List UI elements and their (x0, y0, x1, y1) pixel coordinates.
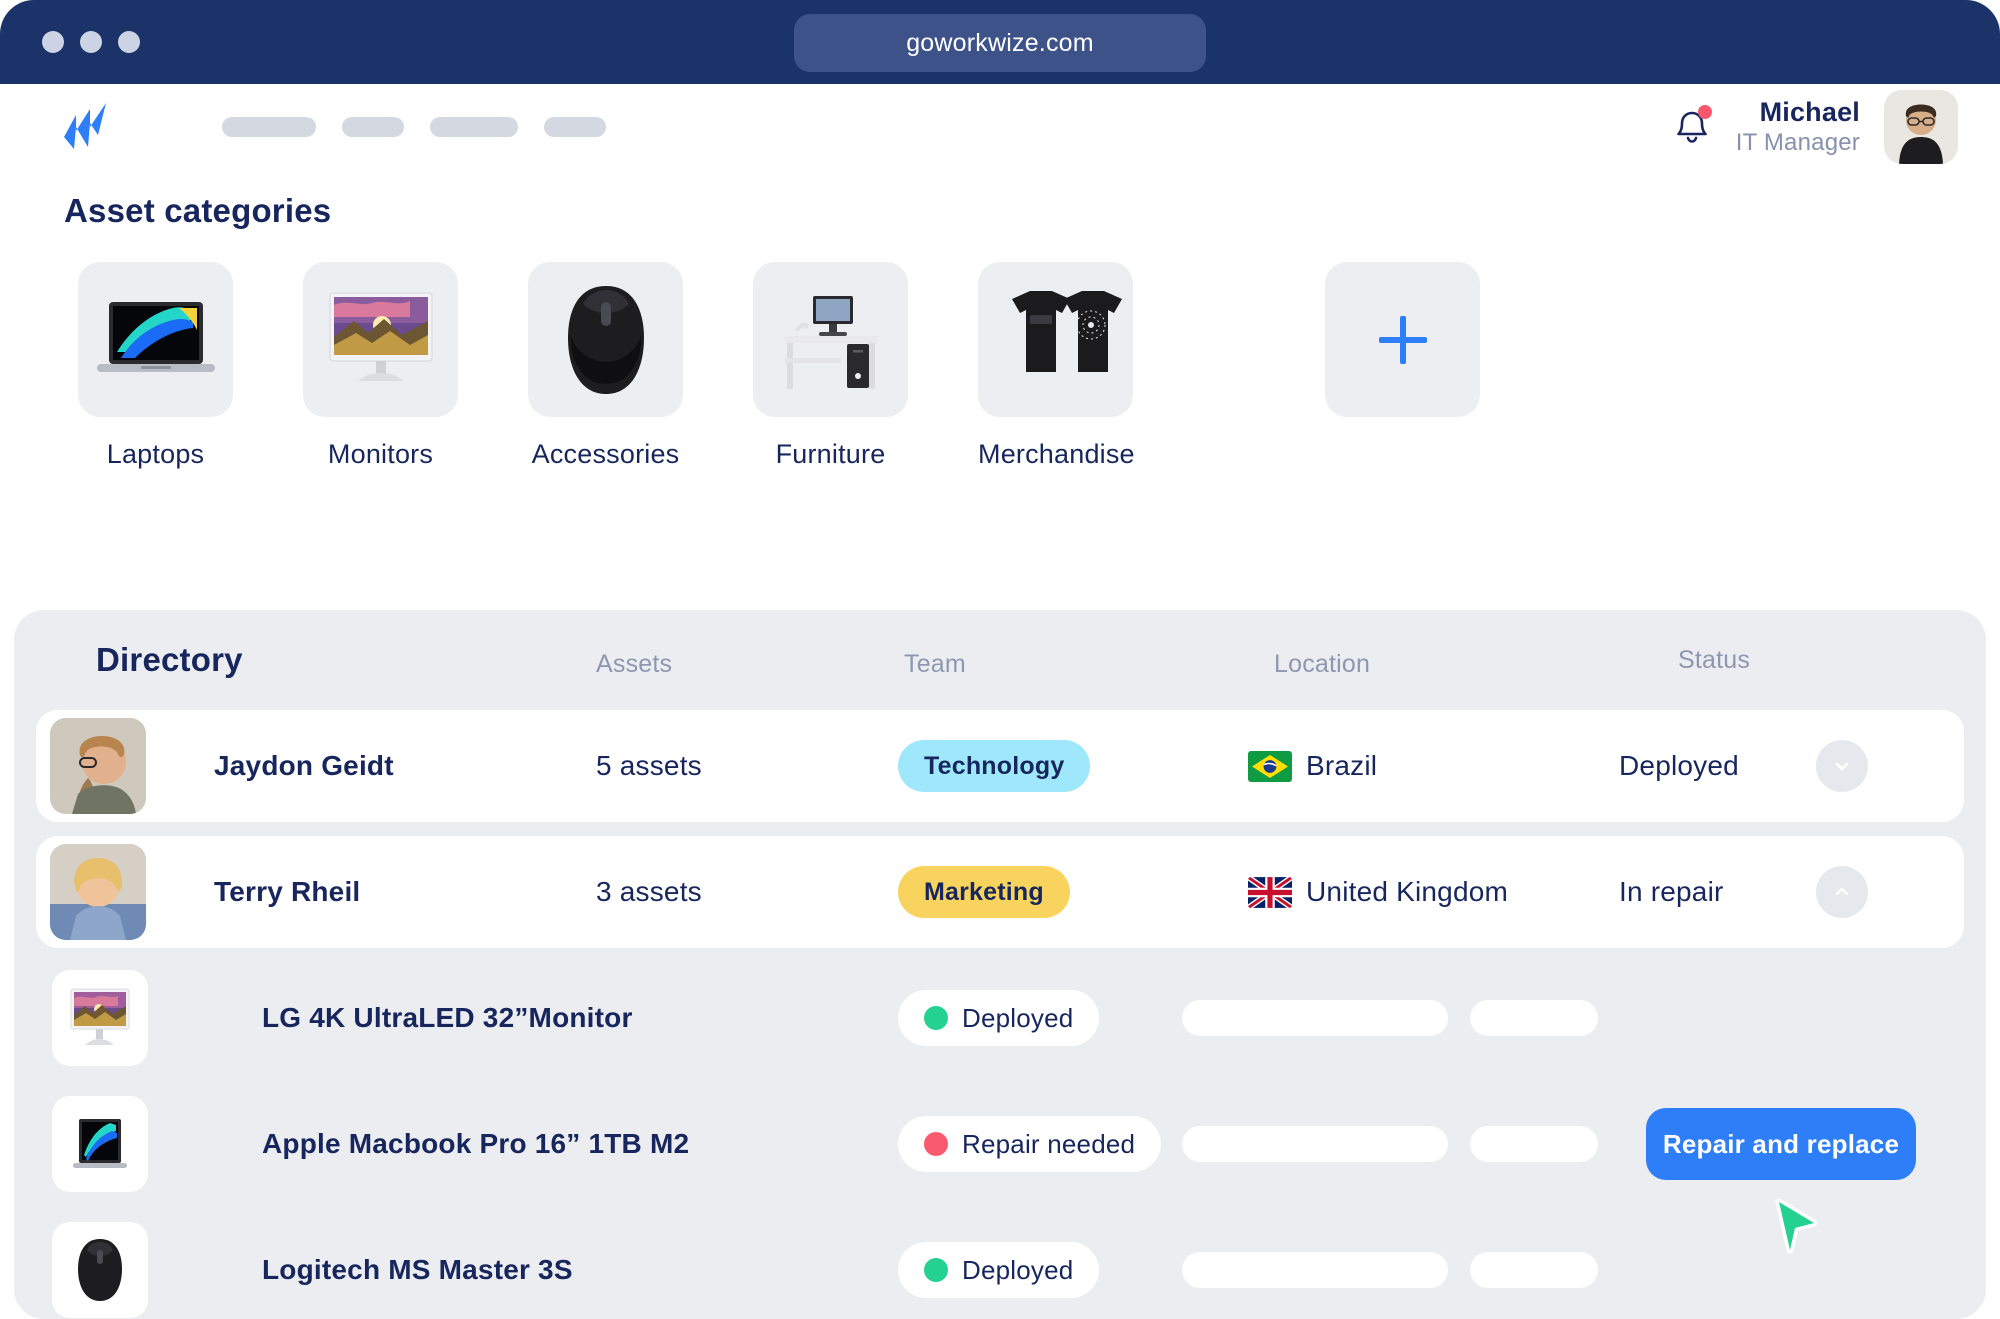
directory-title: Directory (96, 641, 243, 678)
status-badge: Repair needed (898, 1116, 1162, 1172)
traffic-lights (42, 31, 140, 53)
page-title: Asset categories (64, 192, 332, 229)
tshirt-image (978, 262, 1133, 417)
user-area: Michael IT Manager (1672, 90, 1958, 164)
plus-icon (1378, 315, 1427, 364)
minimize-icon[interactable] (80, 31, 102, 53)
avatar (50, 718, 146, 814)
nav-placeholders (222, 117, 606, 137)
status-badge: Deployed (898, 1242, 1100, 1298)
nav-item-2[interactable] (342, 117, 404, 137)
category-card-laptops[interactable]: Laptops (78, 262, 233, 470)
uk-flag-icon (1248, 876, 1292, 908)
category-label: Furniture (775, 439, 886, 469)
category-card-accessories[interactable]: Accessories (528, 262, 683, 470)
status-dot-icon (924, 1132, 948, 1156)
column-header-status: Status (1678, 646, 1751, 674)
repair-and-replace-label: Repair and replace (1662, 1128, 1900, 1159)
asset-categories-list: Laptops Monitors Accessories Furniture M… (78, 262, 2000, 470)
directory-panel: Directory Assets Team Location Status Ja… (14, 610, 1986, 1319)
brazil-flag-icon (1248, 750, 1292, 782)
avatar[interactable] (1884, 90, 1958, 164)
category-card-furniture[interactable]: Furniture (753, 262, 908, 470)
app-header: Michael IT Manager (0, 84, 2000, 170)
mouse-image (528, 262, 683, 417)
laptop-thumb-icon (52, 1096, 148, 1192)
browser-window: goworkwize.com Michael IT Manager Asset … (0, 0, 2000, 1319)
table-row[interactable]: Jaydon Geidt 5 assets Technology Brazil … (36, 710, 1964, 822)
placeholder-bar (1182, 1000, 1448, 1036)
workwize-logo-icon[interactable] (60, 101, 138, 153)
list-item[interactable]: Logitech MS Master 3S Deployed (36, 1214, 1964, 1319)
person-name: Jaydon Geidt (214, 750, 394, 781)
team-badge: Marketing (898, 866, 1070, 918)
placeholder-bar (1182, 1252, 1448, 1288)
notification-badge-dot (1697, 105, 1712, 119)
table-row[interactable]: Terry Rheil 3 assets Marketing United Ki… (36, 836, 1964, 948)
asset-name: Apple Macbook Pro 16” 1TB M2 (262, 1128, 690, 1159)
chevron-down-icon[interactable] (1816, 740, 1868, 792)
category-card-merchandise[interactable]: Merchandise (978, 262, 1135, 470)
list-item[interactable]: Apple Macbook Pro 16” 1TB M2 Repair need… (36, 1088, 1964, 1200)
chevron-up-icon[interactable] (1816, 866, 1868, 918)
category-label: Monitors (327, 439, 434, 469)
avatar (50, 844, 146, 940)
nav-item-3[interactable] (430, 117, 518, 137)
cursor-pointer-icon (1768, 1196, 1824, 1258)
asset-count: 5 assets (596, 750, 702, 781)
status-badge-label: Deployed (962, 1002, 1074, 1033)
close-icon[interactable] (42, 31, 64, 53)
status-dot-icon (924, 1258, 948, 1282)
status-badge-label: Repair needed (962, 1128, 1136, 1159)
person-name: Terry Rheil (214, 876, 361, 907)
user-name: Michael (1759, 96, 1860, 127)
url-bar[interactable]: goworkwize.com (794, 14, 1206, 72)
desk-image (753, 262, 908, 417)
placeholder-bar (1470, 1126, 1598, 1162)
location-label: United Kingdom (1306, 876, 1509, 907)
location-label: Brazil (1306, 750, 1378, 781)
directory-header: Directory Assets Team Location Status (36, 610, 1964, 710)
notifications-button[interactable] (1672, 105, 1712, 149)
status-label: In repair (1619, 876, 1724, 907)
status-badge-label: Deployed (962, 1254, 1074, 1285)
team-badge: Technology (898, 740, 1091, 792)
placeholder-bar (1470, 1252, 1598, 1288)
repair-and-replace-button[interactable]: Repair and replace (1646, 1108, 1916, 1180)
mouse-thumb-icon (52, 1222, 148, 1318)
placeholder-bar (1470, 1000, 1598, 1036)
nav-item-4[interactable] (544, 117, 606, 137)
user-role: IT Manager (1735, 128, 1860, 156)
category-label: Accessories (531, 439, 680, 469)
team-badge-label: Marketing (924, 877, 1044, 906)
laptop-image (78, 262, 233, 417)
column-header-assets: Assets (596, 650, 673, 678)
monitor-thumb-icon (52, 970, 148, 1066)
placeholder-bar (1182, 1126, 1448, 1162)
category-card-monitors[interactable]: Monitors (303, 262, 458, 470)
category-label: Laptops (106, 439, 205, 469)
asset-count: 3 assets (596, 876, 702, 907)
url-text: goworkwize.com (906, 28, 1094, 57)
asset-name: Logitech MS Master 3S (262, 1254, 573, 1285)
column-header-team: Team (904, 650, 966, 678)
nav-item-1[interactable] (222, 117, 316, 137)
list-item[interactable]: LG 4K UltraLED 32”Monitor Deployed (36, 962, 1964, 1074)
status-badge: Deployed (898, 990, 1100, 1046)
maximize-icon[interactable] (118, 31, 140, 53)
add-category-button[interactable] (1325, 262, 1480, 417)
asset-name: LG 4K UltraLED 32”Monitor (262, 1002, 633, 1033)
browser-chrome: goworkwize.com (0, 0, 2000, 84)
column-header-location: Location (1274, 650, 1371, 678)
location-cell: Brazil (1248, 750, 1377, 782)
monitor-image (303, 262, 458, 417)
status-dot-icon (924, 1006, 948, 1030)
team-badge-label: Technology (924, 751, 1065, 780)
user-info: Michael IT Manager (1736, 97, 1860, 157)
location-cell: United Kingdom (1248, 876, 1508, 908)
category-label: Merchandise (978, 439, 1135, 469)
status-label: Deployed (1619, 750, 1739, 781)
